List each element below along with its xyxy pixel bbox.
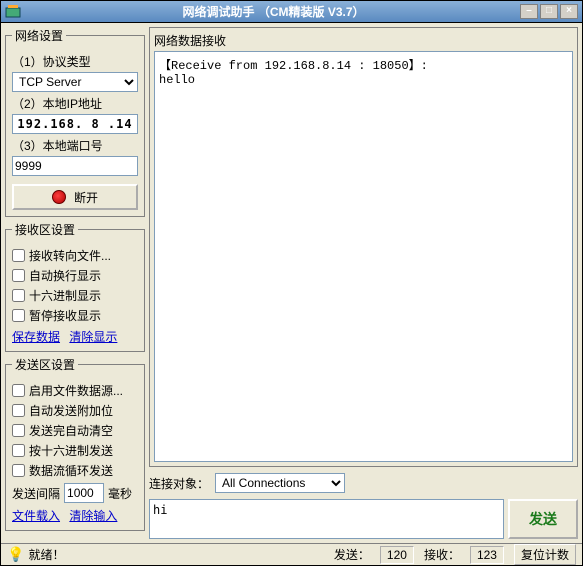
record-icon xyxy=(52,190,66,204)
tx-opt-3: 按十六进制发送 xyxy=(29,442,113,459)
status-ready: 💡 就绪！ xyxy=(7,546,64,563)
minimize-button[interactable]: – xyxy=(520,4,538,19)
window-title: 网络调试助手 （CM精装版 V3.7） xyxy=(27,3,520,20)
tx-opt-1: 自动发送附加位 xyxy=(29,402,113,419)
send-count: 120 xyxy=(380,546,414,564)
protocol-select[interactable]: TCP Server xyxy=(12,72,138,92)
rx-opt-3: 暂停接收显示 xyxy=(29,307,101,324)
ready-text: 就绪！ xyxy=(28,546,64,563)
file-load-link[interactable]: 文件载入 xyxy=(12,509,60,523)
connection-row: 连接对象： All Connections xyxy=(149,471,578,495)
tx-file-checkbox[interactable] xyxy=(12,384,25,397)
send-count-label: 发送： xyxy=(334,546,370,563)
interval-unit: 毫秒 xyxy=(108,485,132,502)
receive-settings: 接收区设置 接收转向文件... 自动换行显示 十六进制显示 暂停接收显示 保存数… xyxy=(5,221,145,352)
tx-opt-4: 数据流循环发送 xyxy=(29,462,113,479)
tx-opt-2: 发送完自动清空 xyxy=(29,422,113,439)
network-legend: 网络设置 xyxy=(12,27,66,44)
send-row: 发送 xyxy=(149,499,578,539)
rx-opt-1: 自动换行显示 xyxy=(29,267,101,284)
tx-loop-checkbox[interactable] xyxy=(12,464,25,477)
titlebar[interactable]: 网络调试助手 （CM精装版 V3.7） – □ × xyxy=(1,1,582,23)
rx-pause-checkbox[interactable] xyxy=(12,309,25,322)
ip-input[interactable]: 192.168. 8 .14 xyxy=(12,114,138,134)
send-settings: 发送区设置 启用文件数据源... 自动发送附加位 发送完自动清空 按十六进制发送… xyxy=(5,356,145,531)
interval-label: 发送间隔 xyxy=(12,485,60,502)
interval-input[interactable] xyxy=(64,483,104,503)
rx-opt-0: 接收转向文件... xyxy=(29,247,111,264)
receive-area: 网络数据接收 【Receive from 192.168.8.14 : 1805… xyxy=(149,27,578,467)
disconnect-label: 断开 xyxy=(74,189,98,206)
send-button[interactable]: 发送 xyxy=(508,499,578,539)
clear-display-link[interactable]: 清除显示 xyxy=(69,330,117,344)
send-textbox[interactable] xyxy=(149,499,504,539)
port-input[interactable] xyxy=(12,156,138,176)
clear-input-link[interactable]: 清除输入 xyxy=(69,509,117,523)
rx-opt-2: 十六进制显示 xyxy=(29,287,101,304)
tx-hex-checkbox[interactable] xyxy=(12,444,25,457)
tx-autoclear-checkbox[interactable] xyxy=(12,424,25,437)
body: 网络设置 （1）协议类型 TCP Server （2）本地IP地址 192.16… xyxy=(1,23,582,543)
tx-opt-0: 启用文件数据源... xyxy=(29,382,123,399)
receive-textbox[interactable]: 【Receive from 192.168.8.14 : 18050】: hel… xyxy=(154,51,573,462)
bulb-icon: 💡 xyxy=(7,546,24,563)
app-icon xyxy=(5,4,21,20)
ip-label: （2）本地IP地址 xyxy=(12,95,138,112)
port-label: （3）本地端口号 xyxy=(12,137,138,154)
statusbar: 💡 就绪！ 发送： 120 接收： 123 复位计数 xyxy=(1,543,582,565)
rx-hex-checkbox[interactable] xyxy=(12,289,25,302)
recv-count: 123 xyxy=(470,546,504,564)
save-data-link[interactable]: 保存数据 xyxy=(12,330,60,344)
protocol-label: （1）协议类型 xyxy=(12,53,138,70)
close-button[interactable]: × xyxy=(560,4,578,19)
reset-count-button[interactable]: 复位计数 xyxy=(514,544,576,565)
conn-select[interactable]: All Connections xyxy=(215,473,345,493)
rx-legend: 接收区设置 xyxy=(12,221,78,238)
tx-append-checkbox[interactable] xyxy=(12,404,25,417)
rx-area-label: 网络数据接收 xyxy=(154,32,573,49)
right-panel: 网络数据接收 【Receive from 192.168.8.14 : 1805… xyxy=(149,27,578,539)
network-settings: 网络设置 （1）协议类型 TCP Server （2）本地IP地址 192.16… xyxy=(5,27,145,217)
app-window: 网络调试助手 （CM精装版 V3.7） – □ × 网络设置 （1）协议类型 T… xyxy=(0,0,583,566)
conn-label: 连接对象： xyxy=(149,475,209,492)
tx-legend: 发送区设置 xyxy=(12,356,78,373)
recv-count-label: 接收： xyxy=(424,546,460,563)
left-panel: 网络设置 （1）协议类型 TCP Server （2）本地IP地址 192.16… xyxy=(5,27,145,539)
rx-to-file-checkbox[interactable] xyxy=(12,249,25,262)
maximize-button[interactable]: □ xyxy=(540,4,558,19)
rx-wrap-checkbox[interactable] xyxy=(12,269,25,282)
disconnect-button[interactable]: 断开 xyxy=(12,184,138,210)
window-buttons: – □ × xyxy=(520,4,578,19)
